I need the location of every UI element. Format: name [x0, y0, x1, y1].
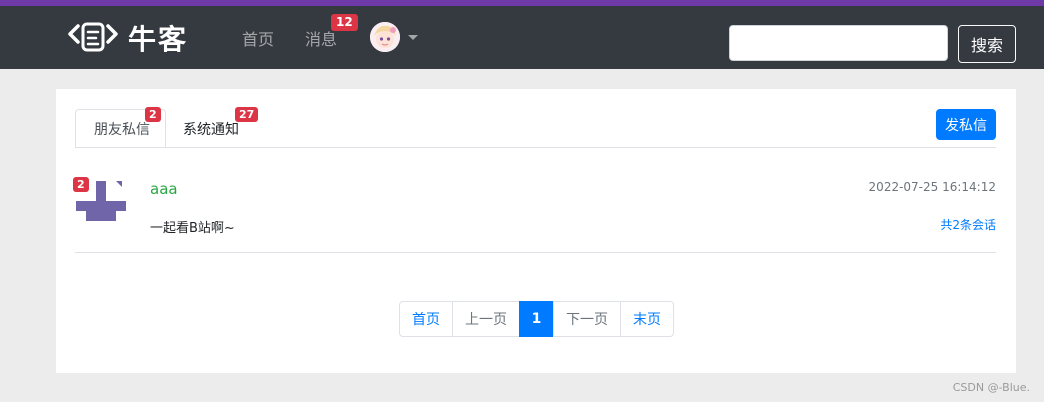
message-timestamp: 2022-07-25 16:14:12: [868, 180, 996, 194]
search-input[interactable]: [729, 25, 948, 61]
message-divider: [75, 252, 996, 253]
site-logo[interactable]: 牛客: [66, 18, 188, 58]
messages-card: 朋友私信 2 系统通知 27 发私信 2 aaa 2022-07-25 16:1…: [56, 89, 1016, 373]
page-next[interactable]: 下一页: [553, 301, 621, 337]
user-avatar: [370, 22, 400, 52]
page-first[interactable]: 首页: [399, 301, 453, 337]
tab-system-label: 系统通知: [183, 121, 239, 138]
messages-count-badge: 12: [331, 14, 358, 31]
conversation-count-link[interactable]: 共2条会话: [940, 216, 996, 233]
search-button[interactable]: 搜索: [958, 25, 1016, 63]
watermark: CSDN @-Blue.: [952, 381, 1030, 394]
chevron-down-icon: [408, 34, 418, 40]
friend-messages-badge: 2: [145, 107, 161, 122]
message-preview: 一起看B站啊~: [150, 221, 235, 236]
tab-system-notices[interactable]: 系统通知: [182, 109, 239, 148]
pagination: 首页 上一页 1 下一页 末页: [399, 301, 674, 337]
logo-text: 牛客: [128, 23, 189, 56]
message-username[interactable]: aaa: [150, 180, 178, 198]
logo-icon: [68, 22, 118, 52]
tab-friend-label: 朋友私信: [94, 121, 150, 138]
navbar: 牛客 首页 消息 12 搜索: [0, 6, 1044, 69]
page-current[interactable]: 1: [519, 301, 554, 337]
nav-home-link[interactable]: 首页: [242, 26, 274, 50]
page-last[interactable]: 末页: [620, 301, 674, 337]
tabs-divider: [75, 147, 996, 148]
page-prev[interactable]: 上一页: [452, 301, 520, 337]
message-unread-badge: 2: [73, 177, 89, 192]
user-menu-toggle[interactable]: [370, 22, 418, 52]
system-notices-badge: 27: [235, 107, 259, 122]
send-message-button[interactable]: 发私信: [936, 109, 996, 140]
avatar-image: [370, 22, 400, 52]
